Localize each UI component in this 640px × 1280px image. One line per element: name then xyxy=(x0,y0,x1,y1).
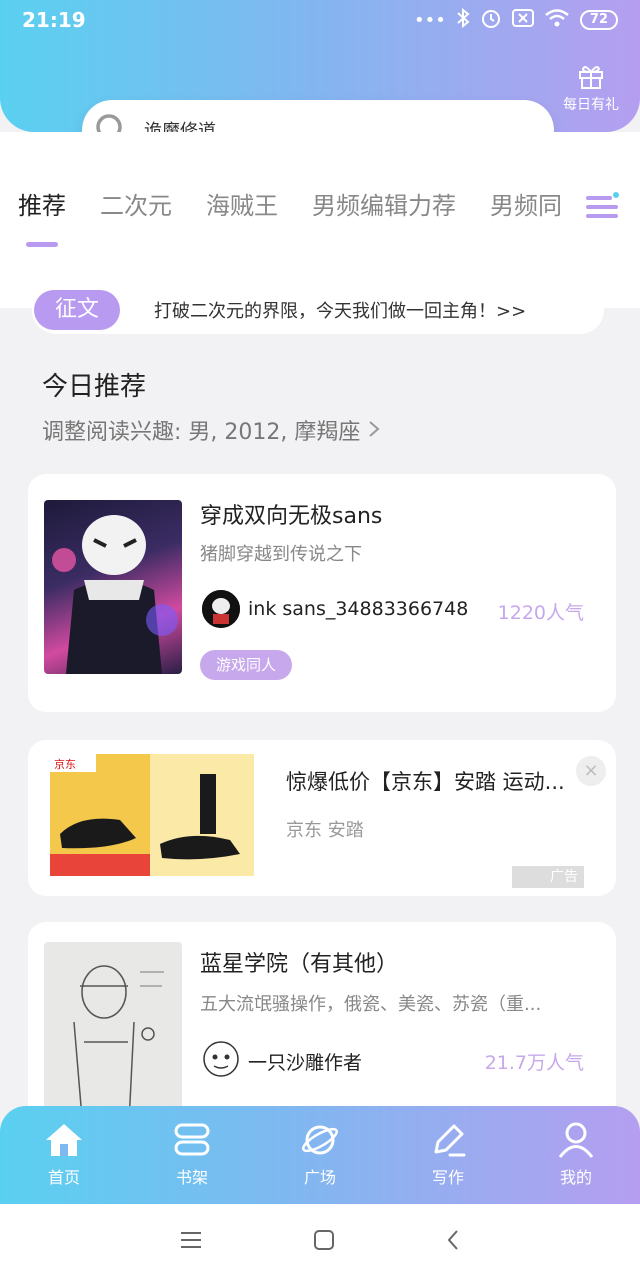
popularity-count: 1220人气 xyxy=(497,602,584,624)
status-time: 21:19 xyxy=(22,8,86,32)
alarm-icon xyxy=(480,7,502,34)
daily-gift-button[interactable]: 每日有礼 xyxy=(556,62,626,114)
tab-one-piece[interactable]: 海贼王 xyxy=(206,186,278,221)
author-avatar xyxy=(200,1038,242,1080)
nav-home-label: 首页 xyxy=(47,1168,80,1187)
nav-bookshelf-label: 书架 xyxy=(175,1168,208,1187)
genre-tag[interactable]: 游戏同人 xyxy=(200,650,293,680)
planet-icon xyxy=(302,1125,338,1155)
nav-write-label: 写作 xyxy=(431,1168,464,1187)
author-avatar xyxy=(200,588,242,630)
ad-image: 京东 xyxy=(50,754,254,876)
ad-card[interactable]: 京东 惊爆低价【京东】安踏 运动... 京东 安踏 × 广告 xyxy=(28,740,616,896)
home-icon xyxy=(46,1124,82,1156)
contest-text: 打破二次元的界限，今天我们做一回主角！>> xyxy=(154,301,527,322)
more-dots-icon: ••• xyxy=(414,9,446,31)
ad-title: 惊爆低价【京东】安踏 运动... xyxy=(286,770,565,794)
tab-male-fanfic[interactable]: 男频同 xyxy=(490,186,562,221)
profile-icon xyxy=(558,1122,594,1158)
gift-icon xyxy=(579,66,603,89)
nav-write[interactable]: 写作 xyxy=(398,1122,498,1188)
category-tabs: 推荐 二次元 海贼王 男频编辑力荐 男频同 xyxy=(0,186,640,246)
book-card[interactable]: 穿成双向无极sans 猪脚穿越到传说之下 ink sans_3488336674… xyxy=(28,474,616,712)
popularity-count: 21.7万人气 xyxy=(484,1052,584,1074)
ad-brand: 京东 安踏 xyxy=(286,820,364,841)
back-icon[interactable] xyxy=(445,1228,461,1256)
nav-profile-label: 我的 xyxy=(559,1168,592,1187)
author-name: 一只沙雕作者 xyxy=(248,1052,363,1074)
active-tab-indicator xyxy=(26,242,58,247)
nav-square[interactable]: 广场 xyxy=(270,1122,370,1188)
battery-icon: 72 xyxy=(579,10,618,30)
book-description: 猪脚穿越到传说之下 xyxy=(200,544,362,565)
wifi-icon xyxy=(544,8,570,33)
reading-interest-link[interactable]: 调整阅读兴趣: 男, 2012, 摩羯座 xyxy=(42,414,381,446)
sim-off-icon xyxy=(511,8,534,32)
tab-recommended[interactable]: 推荐 xyxy=(18,186,66,221)
reading-interest-text: 调整阅读兴趣: 男, 2012, 摩羯座 xyxy=(42,420,361,445)
tab-editor-picks[interactable]: 男频编辑力荐 xyxy=(312,186,456,221)
tab-menu-icon[interactable] xyxy=(586,190,620,228)
home-square-icon[interactable] xyxy=(313,1229,335,1255)
nav-square-label: 广场 xyxy=(303,1168,336,1187)
book-cover xyxy=(44,500,182,674)
status-icons: ••• 72 xyxy=(414,7,618,34)
status-bar: 21:19 ••• 72 xyxy=(0,0,640,40)
bluetooth-icon xyxy=(456,7,470,33)
tab-anime[interactable]: 二次元 xyxy=(100,186,172,221)
menu-icon[interactable] xyxy=(179,1230,203,1254)
book-title: 蓝星学院（有其他） xyxy=(200,952,399,977)
book-description: 五大流氓骚操作，俄瓷、美瓷、苏瓷（重... xyxy=(200,994,542,1015)
nav-bookshelf[interactable]: 书架 xyxy=(142,1122,242,1188)
book-title: 穿成双向无极sans xyxy=(200,504,383,529)
write-icon xyxy=(434,1124,466,1157)
contest-banner[interactable]: 征文 打破二次元的界限，今天我们做一回主角！>> xyxy=(32,286,604,334)
contest-tag: 征文 xyxy=(34,290,120,330)
gift-label: 每日有礼 xyxy=(563,97,619,113)
nav-profile[interactable]: 我的 xyxy=(526,1122,626,1188)
ad-label: 广告 xyxy=(512,866,584,888)
svg-text:京东: 京东 xyxy=(54,757,76,771)
section-title: 今日推荐 xyxy=(42,372,147,402)
nav-home[interactable]: 首页 xyxy=(14,1122,114,1188)
bottom-navigation: 首页 书架 广场 写作 我的 xyxy=(0,1106,640,1204)
author-name: ink sans_34883366748 xyxy=(248,598,469,620)
ad-close-button[interactable]: × xyxy=(576,756,606,786)
system-navigation xyxy=(0,1204,640,1280)
bookshelf-icon xyxy=(174,1123,210,1156)
chevron-right-icon xyxy=(367,420,381,445)
